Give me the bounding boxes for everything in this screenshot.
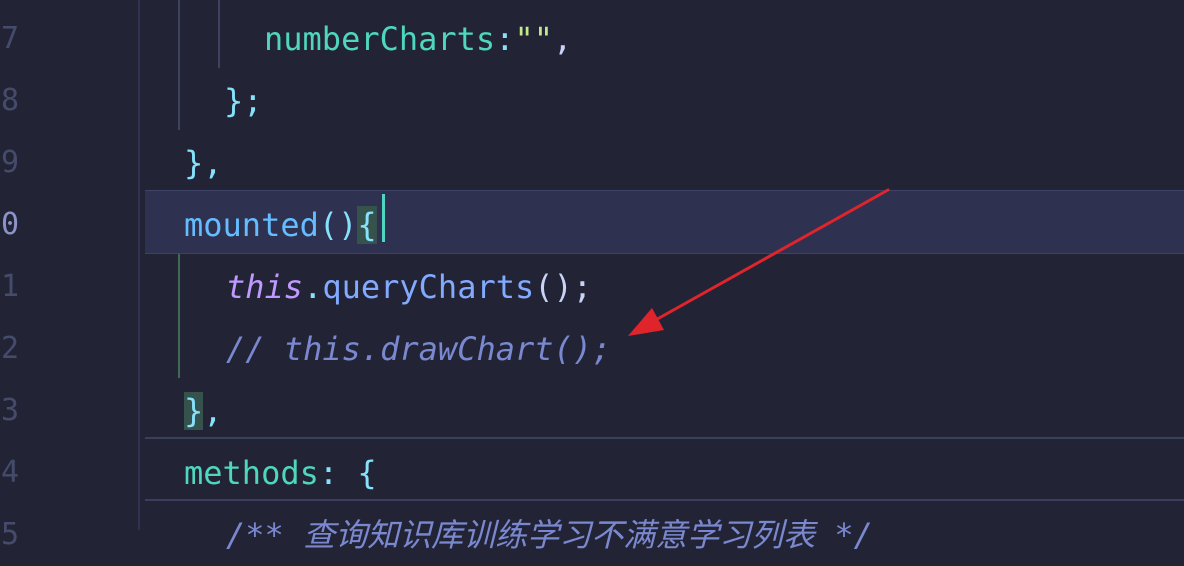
annotation-arrow-icon <box>628 188 890 336</box>
code-editor[interactable]: 17 18 19 20 21 22 23 24 25 numberCharts:… <box>0 0 1184 554</box>
